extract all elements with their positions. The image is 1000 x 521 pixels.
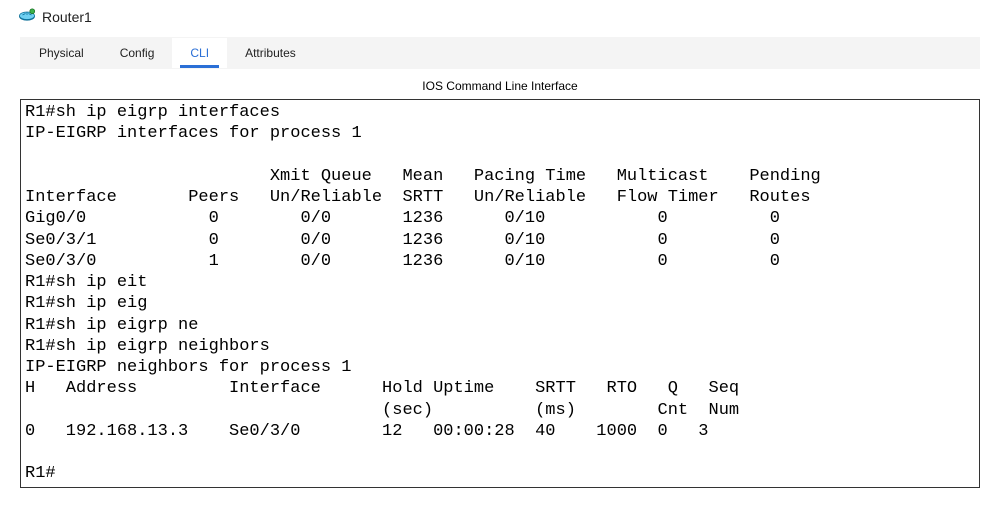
cli-panel: IOS Command Line Interface R1#sh ip eigr…	[20, 73, 980, 488]
window-titlebar: Router1	[0, 0, 1000, 37]
window-title: Router1	[42, 9, 92, 25]
tabs-container: Physical Config CLI Attributes	[20, 37, 980, 69]
cli-caption: IOS Command Line Interface	[20, 73, 980, 99]
tab-attributes[interactable]: Attributes	[227, 38, 314, 68]
router-window: Router1 Physical Config CLI Attributes I…	[0, 0, 1000, 488]
router-icon	[18, 6, 36, 27]
cli-terminal[interactable]: R1#sh ip eigrp interfaces IP-EIGRP inter…	[20, 99, 980, 488]
tab-physical[interactable]: Physical	[21, 38, 102, 68]
tab-config[interactable]: Config	[102, 38, 173, 68]
tab-cli[interactable]: CLI	[172, 38, 227, 68]
tab-bar: Physical Config CLI Attributes	[21, 38, 979, 68]
